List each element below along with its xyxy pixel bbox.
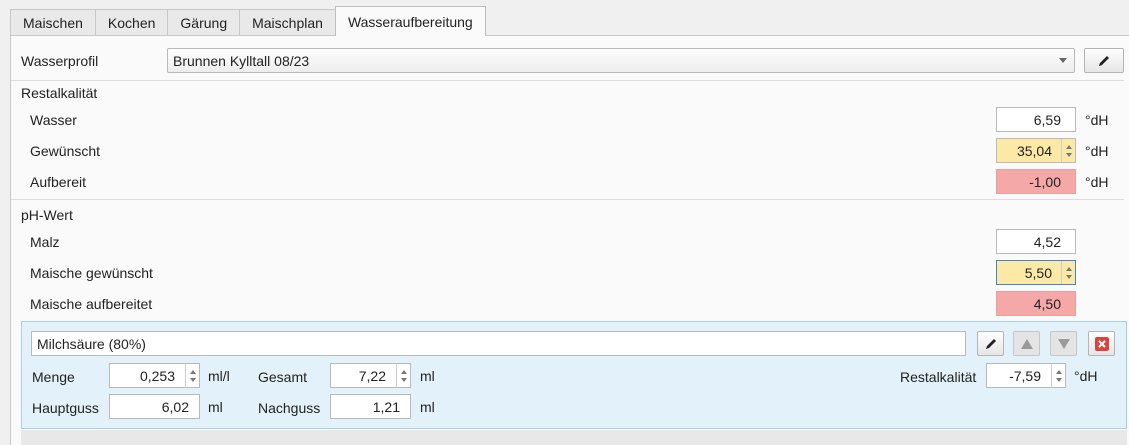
nachguss-label: Nachguss bbox=[258, 400, 321, 416]
additive-restalk-unit: °dH bbox=[1074, 368, 1098, 384]
additive-restalk-spinbox[interactable]: -7,59 bbox=[986, 363, 1066, 388]
gewuenscht-ra-value: 35,04 bbox=[1016, 142, 1052, 159]
tab-bar: Maischen Kochen Gärung Maischplan Wasser… bbox=[10, 6, 486, 36]
arrow-down-icon bbox=[1065, 274, 1072, 279]
wasserprofil-selected: Brunnen Kylltall 08/23 bbox=[173, 52, 310, 69]
pencil-icon bbox=[985, 338, 996, 349]
menge-value: 0,253 bbox=[139, 367, 175, 384]
maische-gewuenscht-label: Maische gewünscht bbox=[30, 265, 153, 281]
add-additive-area bbox=[21, 430, 1127, 445]
maische-gewuenscht-value: 5,50 bbox=[1024, 264, 1052, 281]
spin-buttons[interactable] bbox=[396, 364, 410, 387]
tab-wasseraufbereitung[interactable]: Wasseraufbereitung bbox=[334, 6, 486, 36]
move-down-button[interactable] bbox=[1050, 331, 1077, 356]
arrow-up-icon bbox=[1055, 369, 1062, 374]
ph-heading: pH-Wert bbox=[21, 207, 73, 223]
additive-restalk-label: Restalkalität bbox=[900, 369, 977, 385]
malz-ph-field: 4,52 bbox=[996, 229, 1076, 254]
delete-additive-button[interactable] bbox=[1088, 331, 1115, 356]
wasserprofil-dropdown[interactable]: Brunnen Kylltall 08/23 bbox=[167, 48, 1075, 73]
additive-name-input[interactable]: Milchsäure (80%) bbox=[31, 331, 966, 356]
wasseraufbereitung-panel: Wasserprofil Brunnen Kylltall 08/23 Rest… bbox=[10, 35, 1129, 445]
aufbereit-ra-unit: °dH bbox=[1085, 174, 1109, 190]
move-up-button[interactable] bbox=[1013, 331, 1040, 356]
arrow-down-icon bbox=[189, 377, 196, 382]
edit-additive-button[interactable] bbox=[977, 331, 1004, 356]
close-icon bbox=[1094, 336, 1109, 351]
spin-buttons[interactable] bbox=[1061, 261, 1075, 284]
arrow-up-icon bbox=[1065, 144, 1072, 149]
arrow-up-icon bbox=[400, 369, 407, 374]
tab-maischplan[interactable]: Maischplan bbox=[239, 9, 336, 36]
tab-maischen[interactable]: Maischen bbox=[10, 9, 96, 36]
gesamt-value: 7,22 bbox=[358, 367, 386, 384]
arrow-down-icon bbox=[1055, 377, 1062, 382]
gewuenscht-ra-unit: °dH bbox=[1085, 143, 1109, 159]
hauptguss-unit: ml bbox=[208, 399, 223, 415]
aufbereit-label: Aufbereit bbox=[30, 174, 87, 190]
wasserprofil-label: Wasserprofil bbox=[21, 53, 99, 69]
arrow-down-icon bbox=[1065, 152, 1072, 157]
menge-spinbox[interactable]: 0,253 bbox=[109, 363, 200, 388]
divider bbox=[11, 80, 1124, 81]
malz-label: Malz bbox=[30, 234, 60, 250]
divider bbox=[11, 199, 1124, 200]
wasser-ra-unit: °dH bbox=[1085, 112, 1109, 128]
maische-gewuenscht-spinbox[interactable]: 5,50 bbox=[996, 260, 1076, 285]
menge-unit: ml/l bbox=[208, 368, 230, 384]
arrow-up-icon bbox=[189, 369, 196, 374]
edit-wasserprofil-button[interactable] bbox=[1084, 48, 1124, 73]
spin-buttons[interactable] bbox=[1061, 139, 1075, 162]
nachguss-field: 1,21 bbox=[330, 394, 411, 419]
tab-gaerung[interactable]: Gärung bbox=[167, 9, 241, 36]
additive-panel: Milchsäure (80%) Menge 0,253 ml/l Gesamt… bbox=[21, 321, 1127, 429]
hauptguss-field: 6,02 bbox=[109, 394, 200, 419]
arrow-up-icon bbox=[1065, 266, 1072, 271]
gewuenscht-ra-spinbox[interactable]: 35,04 bbox=[996, 138, 1076, 163]
arrow-down-icon bbox=[400, 377, 407, 382]
spin-buttons[interactable] bbox=[1051, 364, 1065, 387]
maische-aufbereitet-label: Maische aufbereitet bbox=[30, 296, 153, 312]
aufbereit-ra-field: -1,00 bbox=[996, 169, 1076, 194]
menge-label: Menge bbox=[32, 369, 75, 385]
restalkalitaet-heading: Restalkalität bbox=[21, 85, 98, 101]
wasser-ra-field: 6,59 bbox=[996, 107, 1076, 132]
wasser-label: Wasser bbox=[30, 112, 77, 128]
hauptguss-label: Hauptguss bbox=[32, 400, 99, 416]
gesamt-unit: ml bbox=[420, 368, 435, 384]
gewuenscht-label: Gewünscht bbox=[30, 143, 101, 159]
chevron-down-icon bbox=[1059, 58, 1067, 63]
gesamt-label: Gesamt bbox=[258, 369, 308, 385]
maische-aufbereitet-field: 4,50 bbox=[996, 291, 1076, 316]
nachguss-unit: ml bbox=[420, 399, 435, 415]
triangle-up-icon bbox=[1020, 338, 1033, 349]
pencil-icon bbox=[1099, 55, 1109, 66]
triangle-down-icon bbox=[1057, 338, 1070, 349]
additive-restalk-value: -7,59 bbox=[1009, 367, 1041, 384]
spin-buttons[interactable] bbox=[185, 364, 199, 387]
gesamt-spinbox[interactable]: 7,22 bbox=[330, 363, 411, 388]
tab-kochen[interactable]: Kochen bbox=[94, 9, 169, 36]
